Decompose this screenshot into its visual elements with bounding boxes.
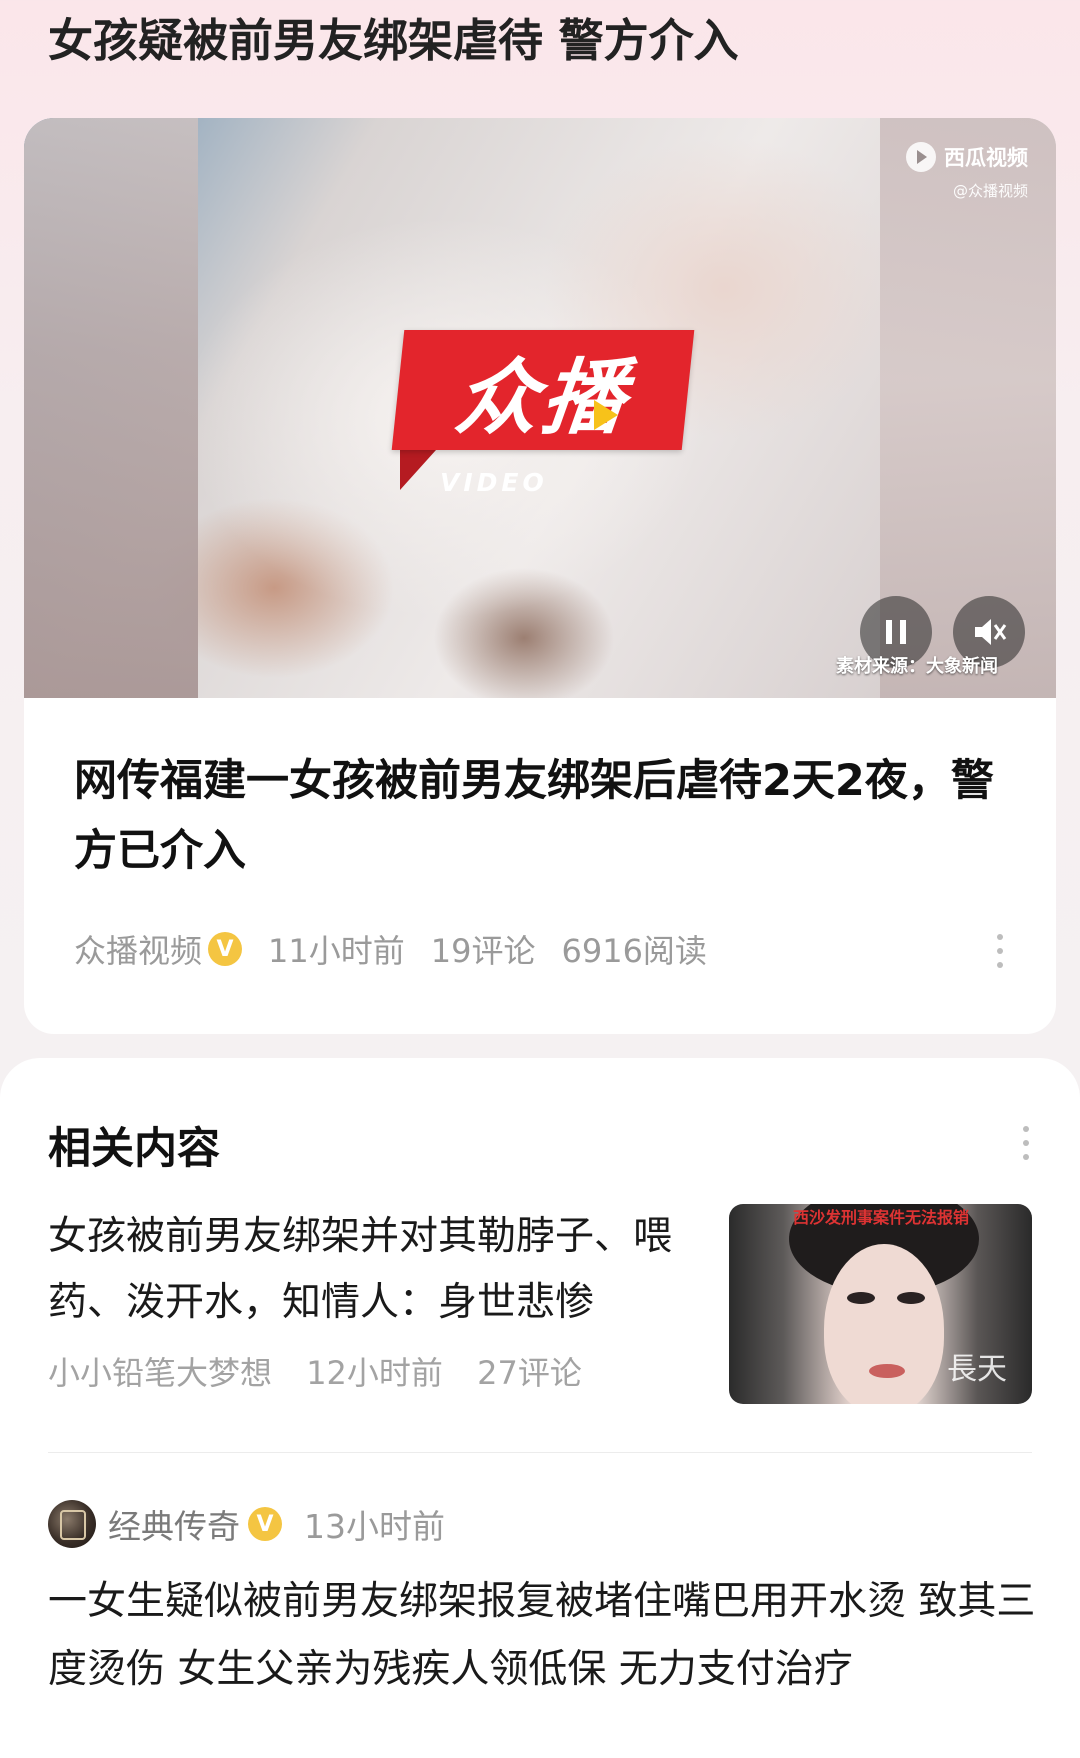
article-time: 11小时前 (268, 932, 405, 970)
post-text[interactable]: 一女生疑似被前男友绑架报复被堵住嘴巴用开水烫 致其三度烫伤 女生父亲为残疾人领低… (48, 1568, 1038, 1704)
zhongbo-logo: 众播 (391, 330, 695, 450)
watermark-name: 西瓜视频 (944, 146, 1028, 170)
article-reads: 6916阅读 (561, 932, 707, 970)
avatar[interactable] (48, 1500, 96, 1548)
video-watermark: 西瓜视频 @众播视频 (906, 142, 1028, 201)
post-author[interactable]: 经典传奇 (108, 1500, 240, 1548)
article-author[interactable]: 众播视频 (74, 926, 202, 972)
more-options-icon[interactable] (994, 934, 1006, 974)
logo-tail-shape (400, 450, 436, 490)
video-blur-left (24, 118, 198, 698)
article-meta: 众播视频 V 11小时前 19评论 6916阅读 (74, 926, 733, 972)
related-item-meta: 小小铅笔大梦想 12小时前 27评论 (48, 1348, 606, 1394)
article-comments[interactable]: 19评论 (431, 926, 536, 972)
article-headline[interactable]: 网传福建一女孩被前男友绑架后虐待2天2夜，警方已介入 (74, 746, 994, 886)
related-item-author[interactable]: 小小铅笔大梦想 (48, 1354, 272, 1392)
related-content-section: 相关内容 女孩被前男友绑架并对其勒脖子、喂药、泼开水，知情人：身世悲惨 小小铅笔… (0, 1058, 1080, 1758)
mute-icon (975, 619, 1007, 645)
video-article-card[interactable]: 众播 VIDEO 西瓜视频 @众播视频 素材来源：大象新闻 网传福建一女孩被前男… (24, 118, 1056, 1034)
logo-sub-text: VIDEO (440, 468, 548, 497)
thumb-top-text: 西沙发刑事案件无法报销 (793, 1208, 970, 1227)
divider (48, 1452, 1032, 1453)
topic-title: 女孩疑被前男友绑架虐待 警方介入 (48, 14, 739, 67)
pause-icon (886, 620, 906, 644)
verified-badge-icon: V (248, 1507, 282, 1541)
watermark-handle: @众播视频 (952, 182, 1028, 200)
related-more-options-icon[interactable] (1020, 1126, 1032, 1166)
related-item-time: 12小时前 (306, 1354, 443, 1392)
logo-text: 众播 (451, 350, 634, 446)
thumb-face (824, 1244, 944, 1404)
verified-badge-icon: V (208, 932, 243, 966)
related-post-header: 经典传奇 V 13小时前 (48, 1500, 445, 1548)
thumb-eye-right (897, 1292, 925, 1304)
related-item-comments[interactable]: 27评论 (477, 1354, 582, 1392)
related-item-title[interactable]: 女孩被前男友绑架并对其勒脖子、喂药、泼开水，知情人：身世悲惨 (48, 1204, 688, 1336)
video-player[interactable]: 众播 VIDEO 西瓜视频 @众播视频 素材来源：大象新闻 (24, 118, 1056, 698)
related-item-thumbnail[interactable]: 西沙发刑事案件无法报销 長天 (729, 1204, 1032, 1404)
video-source-caption: 素材来源：大象新闻 (836, 656, 998, 677)
xigua-logo-icon (906, 142, 936, 172)
thumb-lips (869, 1364, 905, 1378)
related-section-title: 相关内容 (48, 1124, 220, 1174)
thumb-watermark: 長天 (947, 1352, 1007, 1387)
thumb-eye-left (847, 1292, 875, 1304)
logo-play-icon (594, 400, 618, 430)
post-time: 13小时前 (304, 1507, 445, 1546)
